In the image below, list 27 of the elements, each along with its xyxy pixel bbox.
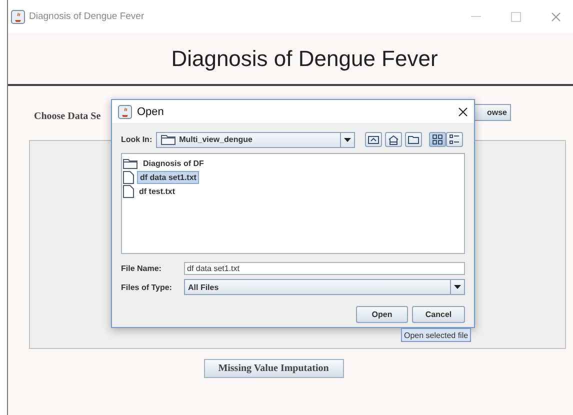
data-set-label: Choose Data Se (34, 110, 101, 122)
file-type-label: Files of Type: (121, 282, 173, 292)
tooltip: Open selected file (401, 328, 472, 342)
list-view-button[interactable] (429, 132, 446, 147)
app-heading: Diagnosis of Dengue Fever (171, 46, 438, 72)
dialog-title: Open (137, 106, 164, 118)
look-in-dropdown[interactable]: Multi_view_dengue (156, 132, 356, 148)
window-title: Diagnosis of Dengue Fever (29, 11, 144, 22)
file-item[interactable]: df test.txt (137, 186, 177, 196)
file-name-field[interactable]: df data set1.txt (184, 262, 465, 275)
close-icon[interactable] (458, 106, 468, 116)
imputation-button[interactable]: Missing Value Imputation (204, 359, 344, 378)
new-folder-button[interactable] (405, 132, 422, 147)
home-button[interactable] (385, 132, 402, 147)
open-button[interactable]: Open (356, 306, 408, 323)
details-view-button[interactable] (446, 132, 464, 147)
app-icon (11, 10, 25, 24)
file-name-label: File Name: (121, 264, 162, 273)
file-item[interactable]: df data set1.txt (137, 170, 200, 184)
file-type-dropdown[interactable]: All Files (184, 279, 465, 295)
app-icon (118, 104, 132, 118)
file-item[interactable]: Diagnosis of DF (141, 158, 206, 168)
up-folder-button[interactable] (365, 132, 382, 147)
caret-icon (454, 285, 461, 289)
cancel-button[interactable]: Cancel (412, 306, 465, 323)
look-in-label: Look In: (121, 135, 152, 144)
folder-icon (161, 134, 176, 145)
